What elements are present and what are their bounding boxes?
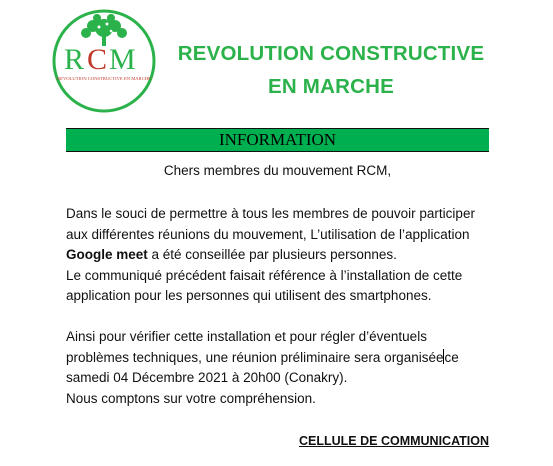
rcm-logo: R C M REVOLUTION CONSTRUCTIVE EN MARCHE — [49, 6, 159, 116]
p2-line-4: Nous comptons sur votre compréhension. — [66, 390, 316, 406]
logo-tagline: REVOLUTION CONSTRUCTIVE EN MARCHE — [57, 76, 151, 81]
organization-title: REVOLUTION CONSTRUCTIVE EN MARCHE — [160, 37, 502, 103]
p2-line-1: Ainsi pour vérifier cette installation e… — [66, 329, 427, 344]
information-banner: INFORMATION — [66, 128, 489, 152]
p2-line-2: problèmes techniques, une réunion prélim… — [66, 348, 496, 369]
p1-line-3-rest: a été conseillée par plusieurs personnes… — [147, 247, 397, 263]
p1-line-4: Le communiqué précédent faisait référenc… — [66, 267, 463, 283]
banner-label: INFORMATION — [218, 130, 337, 149]
svg-text:C: C — [87, 43, 107, 76]
p1-line-3: Google meet a été conseillée par plusieu… — [66, 245, 496, 266]
paragraph-2: Ainsi pour vérifier cette installation e… — [66, 327, 496, 409]
p2-line-3: samedi 04 Décembre 2021 à 20h00 (Conakry… — [66, 370, 348, 386]
signature: CELLULE DE COMMUNICATION — [299, 434, 490, 448]
google-meet-label: Google meet — [66, 247, 148, 263]
p1-line-1: Dans le souci de permettre à tous les me… — [66, 206, 475, 221]
greeting-text: Chers membres du mouvement RCM, — [163, 163, 392, 178]
p1-line-5: application pour les personnes qui utili… — [66, 288, 432, 304]
paragraph-1: Dans le souci de permettre à tous les me… — [66, 204, 496, 307]
p2-line-2b: ce — [444, 349, 459, 365]
title-line-1: REVOLUTION CONSTRUCTIVE — [177, 42, 485, 65]
svg-text:M: M — [109, 43, 136, 76]
p2-line-2a: problèmes techniques, une réunion prélim… — [66, 349, 444, 365]
svg-text:R: R — [64, 43, 84, 76]
p1-line-2: aux différentes réunions du mouvement, L… — [66, 226, 470, 242]
title-line-2: EN MARCHE — [268, 75, 394, 98]
